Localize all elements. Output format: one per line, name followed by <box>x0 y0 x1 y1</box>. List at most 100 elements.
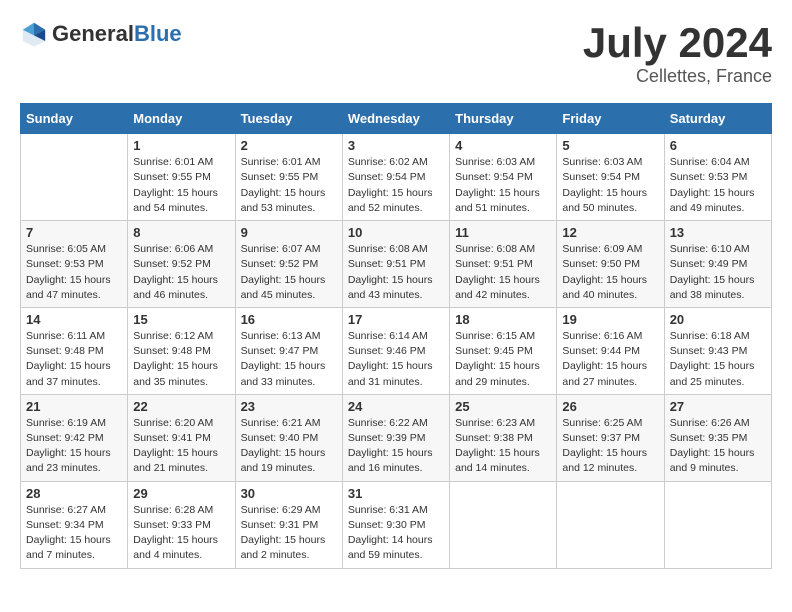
calendar-header-friday: Friday <box>557 104 664 134</box>
day-number: 30 <box>241 486 337 501</box>
calendar-week-row: 28 Sunrise: 6:27 AM Sunset: 9:34 PM Dayli… <box>21 481 772 568</box>
day-number: 24 <box>348 399 444 414</box>
calendar-cell: 10 Sunrise: 6:08 AM Sunset: 9:51 PM Dayli… <box>342 221 449 308</box>
day-info: Sunrise: 6:01 AM Sunset: 9:55 PM Dayligh… <box>133 155 229 216</box>
day-info: Sunrise: 6:16 AM Sunset: 9:44 PM Dayligh… <box>562 329 658 390</box>
calendar-week-row: 14 Sunrise: 6:11 AM Sunset: 9:48 PM Dayli… <box>21 307 772 394</box>
day-number: 12 <box>562 225 658 240</box>
day-info: Sunrise: 6:15 AM Sunset: 9:45 PM Dayligh… <box>455 329 551 390</box>
calendar-header-wednesday: Wednesday <box>342 104 449 134</box>
day-number: 10 <box>348 225 444 240</box>
calendar-cell: 8Sunrise: 6:06 AM Sunset: 9:52 PM Daylig… <box>128 221 235 308</box>
day-number: 2 <box>241 138 337 153</box>
day-number: 9 <box>241 225 337 240</box>
day-number: 22 <box>133 399 229 414</box>
calendar-header-monday: Monday <box>128 104 235 134</box>
day-info: Sunrise: 6:10 AM Sunset: 9:49 PM Dayligh… <box>670 242 766 303</box>
day-number: 18 <box>455 312 551 327</box>
day-info: Sunrise: 6:19 AM Sunset: 9:42 PM Dayligh… <box>26 416 122 477</box>
day-number: 16 <box>241 312 337 327</box>
logo-general: General <box>52 21 134 46</box>
day-number: 27 <box>670 399 766 414</box>
day-number: 1 <box>133 138 229 153</box>
day-number: 11 <box>455 225 551 240</box>
day-info: Sunrise: 6:23 AM Sunset: 9:38 PM Dayligh… <box>455 416 551 477</box>
calendar-header-sunday: Sunday <box>21 104 128 134</box>
main-title: July 2024 <box>583 20 772 66</box>
day-number: 25 <box>455 399 551 414</box>
calendar-cell: 1 Sunrise: 6:01 AM Sunset: 9:55 PM Daylig… <box>128 134 235 221</box>
day-info: Sunrise: 6:27 AM Sunset: 9:34 PM Dayligh… <box>26 503 122 564</box>
day-number: 19 <box>562 312 658 327</box>
day-number: 21 <box>26 399 122 414</box>
day-number: 7 <box>26 225 122 240</box>
day-info: Sunrise: 6:04 AM Sunset: 9:53 PM Dayligh… <box>670 155 766 216</box>
day-info: Sunrise: 6:11 AM Sunset: 9:48 PM Dayligh… <box>26 329 122 390</box>
day-info: Sunrise: 6:26 AM Sunset: 9:35 PM Dayligh… <box>670 416 766 477</box>
calendar-cell: 4 Sunrise: 6:03 AM Sunset: 9:54 PM Daylig… <box>450 134 557 221</box>
calendar-cell: 6 Sunrise: 6:04 AM Sunset: 9:53 PM Daylig… <box>664 134 771 221</box>
calendar-cell: 27 Sunrise: 6:26 AM Sunset: 9:35 PM Dayli… <box>664 394 771 481</box>
calendar-cell: 17Sunrise: 6:14 AM Sunset: 9:46 PM Dayli… <box>342 307 449 394</box>
day-number: 26 <box>562 399 658 414</box>
day-number: 3 <box>348 138 444 153</box>
day-info: Sunrise: 6:25 AM Sunset: 9:37 PM Dayligh… <box>562 416 658 477</box>
calendar-cell: 24 Sunrise: 6:22 AM Sunset: 9:39 PM Dayli… <box>342 394 449 481</box>
day-number: 6 <box>670 138 766 153</box>
day-info: Sunrise: 6:01 AM Sunset: 9:55 PM Dayligh… <box>241 155 337 216</box>
calendar-header-saturday: Saturday <box>664 104 771 134</box>
day-info: Sunrise: 6:20 AM Sunset: 9:41 PM Dayligh… <box>133 416 229 477</box>
day-info: Sunrise: 6:03 AM Sunset: 9:54 PM Dayligh… <box>455 155 551 216</box>
calendar-cell: 31Sunrise: 6:31 AM Sunset: 9:30 PM Dayli… <box>342 481 449 568</box>
day-info: Sunrise: 6:28 AM Sunset: 9:33 PM Dayligh… <box>133 503 229 564</box>
calendar-cell: 28 Sunrise: 6:27 AM Sunset: 9:34 PM Dayli… <box>21 481 128 568</box>
calendar-cell: 16 Sunrise: 6:13 AM Sunset: 9:47 PM Dayli… <box>235 307 342 394</box>
day-number: 14 <box>26 312 122 327</box>
calendar-cell: 3 Sunrise: 6:02 AM Sunset: 9:54 PM Daylig… <box>342 134 449 221</box>
calendar-cell: 20 Sunrise: 6:18 AM Sunset: 9:43 PM Dayli… <box>664 307 771 394</box>
day-info: Sunrise: 6:13 AM Sunset: 9:47 PM Dayligh… <box>241 329 337 390</box>
day-info: Sunrise: 6:31 AM Sunset: 9:30 PM Dayligh… <box>348 503 444 564</box>
logo: GeneralBlue <box>20 20 182 48</box>
calendar-cell: 21 Sunrise: 6:19 AM Sunset: 9:42 PM Dayli… <box>21 394 128 481</box>
day-info: Sunrise: 6:22 AM Sunset: 9:39 PM Dayligh… <box>348 416 444 477</box>
calendar-header-row: SundayMondayTuesdayWednesdayThursdayFrid… <box>21 104 772 134</box>
day-number: 4 <box>455 138 551 153</box>
day-number: 17 <box>348 312 444 327</box>
calendar-cell: 25 Sunrise: 6:23 AM Sunset: 9:38 PM Dayli… <box>450 394 557 481</box>
day-number: 20 <box>670 312 766 327</box>
calendar-week-row: 7Sunrise: 6:05 AM Sunset: 9:53 PM Daylig… <box>21 221 772 308</box>
calendar-cell: 18 Sunrise: 6:15 AM Sunset: 9:45 PM Dayli… <box>450 307 557 394</box>
day-info: Sunrise: 6:03 AM Sunset: 9:54 PM Dayligh… <box>562 155 658 216</box>
calendar-cell: 26 Sunrise: 6:25 AM Sunset: 9:37 PM Dayli… <box>557 394 664 481</box>
calendar-cell <box>557 481 664 568</box>
day-number: 15 <box>133 312 229 327</box>
calendar-cell: 22 Sunrise: 6:20 AM Sunset: 9:41 PM Dayli… <box>128 394 235 481</box>
calendar-header-thursday: Thursday <box>450 104 557 134</box>
day-info: Sunrise: 6:18 AM Sunset: 9:43 PM Dayligh… <box>670 329 766 390</box>
calendar-cell <box>664 481 771 568</box>
day-info: Sunrise: 6:12 AM Sunset: 9:48 PM Dayligh… <box>133 329 229 390</box>
day-info: Sunrise: 6:29 AM Sunset: 9:31 PM Dayligh… <box>241 503 337 564</box>
day-info: Sunrise: 6:09 AM Sunset: 9:50 PM Dayligh… <box>562 242 658 303</box>
calendar-cell: 13 Sunrise: 6:10 AM Sunset: 9:49 PM Dayli… <box>664 221 771 308</box>
calendar-cell: 9 Sunrise: 6:07 AM Sunset: 9:52 PM Daylig… <box>235 221 342 308</box>
logo-icon <box>20 20 48 48</box>
day-info: Sunrise: 6:08 AM Sunset: 9:51 PM Dayligh… <box>455 242 551 303</box>
calendar-cell: 30 Sunrise: 6:29 AM Sunset: 9:31 PM Dayli… <box>235 481 342 568</box>
calendar-cell: 23Sunrise: 6:21 AM Sunset: 9:40 PM Dayli… <box>235 394 342 481</box>
day-number: 8 <box>133 225 229 240</box>
calendar-week-row: 21 Sunrise: 6:19 AM Sunset: 9:42 PM Dayli… <box>21 394 772 481</box>
day-info: Sunrise: 6:07 AM Sunset: 9:52 PM Dayligh… <box>241 242 337 303</box>
calendar-cell: 19 Sunrise: 6:16 AM Sunset: 9:44 PM Dayli… <box>557 307 664 394</box>
day-number: 13 <box>670 225 766 240</box>
header: GeneralBlue July 2024 Cellettes, France <box>20 20 772 87</box>
title-area: July 2024 Cellettes, France <box>583 20 772 87</box>
calendar-cell: 11 Sunrise: 6:08 AM Sunset: 9:51 PM Dayli… <box>450 221 557 308</box>
day-info: Sunrise: 6:08 AM Sunset: 9:51 PM Dayligh… <box>348 242 444 303</box>
calendar-cell: 7Sunrise: 6:05 AM Sunset: 9:53 PM Daylig… <box>21 221 128 308</box>
day-number: 28 <box>26 486 122 501</box>
day-number: 23 <box>241 399 337 414</box>
calendar-cell: 12 Sunrise: 6:09 AM Sunset: 9:50 PM Dayli… <box>557 221 664 308</box>
day-info: Sunrise: 6:02 AM Sunset: 9:54 PM Dayligh… <box>348 155 444 216</box>
